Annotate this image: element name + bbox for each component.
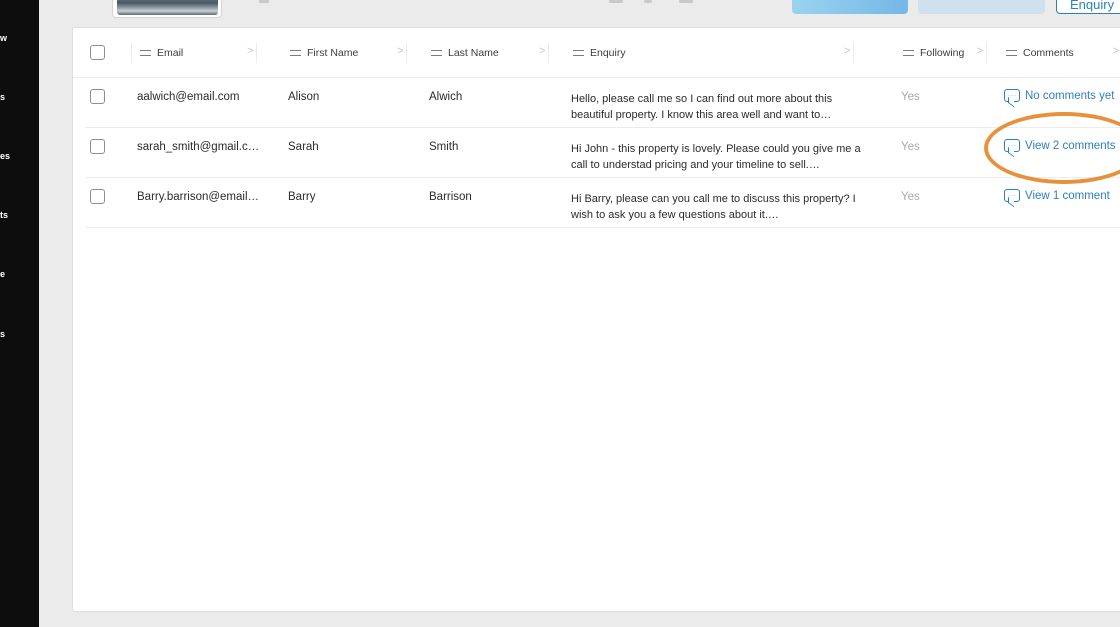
row-checkbox[interactable] [90, 89, 105, 104]
column-header-comments[interactable]: Comments [1006, 47, 1074, 59]
chevron-right-icon[interactable]: > [247, 45, 253, 57]
comments-link-label: No comments yet [1025, 89, 1115, 102]
email-cell: sarah_smith@gmail.c… [137, 141, 260, 153]
column-header-enquiry[interactable]: Enquiry [573, 47, 626, 59]
column-header-last-name[interactable]: Last Name [431, 47, 499, 59]
following-cell: Yes [901, 191, 920, 203]
drag-handle-icon[interactable] [573, 50, 584, 56]
first-name-cell: Barry [288, 191, 316, 203]
sidebar-item-label[interactable]: ts [0, 210, 8, 220]
comment-bubble-icon: ··· [1004, 89, 1020, 102]
enquiry-cell: Hi John - this property is lovely. Pleas… [571, 143, 861, 171]
column-header-label: Last Name [448, 47, 499, 59]
following-cell: Yes [901, 141, 920, 153]
column-header-label: First Name [307, 47, 359, 59]
drag-handle-icon[interactable] [1006, 50, 1017, 56]
sidebar: w s es ts e s [0, 0, 39, 627]
drag-handle-icon[interactable] [290, 50, 301, 56]
secondary-action-button[interactable] [918, 0, 1045, 14]
column-header-email[interactable]: Email [140, 47, 183, 59]
table-header: Email > First Name > Last Name > Enquiry… [73, 28, 1120, 78]
first-name-cell: Alison [288, 91, 320, 103]
enquiry-cell: Hello, please call me so I can find out … [571, 93, 833, 121]
sidebar-item-label[interactable]: s [0, 329, 5, 339]
column-divider [406, 43, 407, 63]
cropped-text [259, 0, 269, 3]
sidebar-item-label[interactable]: s [0, 92, 5, 102]
column-header-label: Comments [1023, 47, 1074, 59]
property-thumbnail[interactable] [112, 0, 222, 18]
table-row[interactable]: Barry.barrison@email… Barry Barrison Hi … [85, 178, 1120, 228]
following-cell: Yes [901, 91, 920, 103]
top-bar: Enquiry [39, 0, 1120, 27]
column-header-following[interactable]: Following [903, 47, 964, 59]
last-name-cell: Smith [429, 141, 459, 153]
drag-handle-icon[interactable] [140, 50, 151, 56]
drag-handle-icon[interactable] [903, 50, 914, 56]
row-checkbox[interactable] [90, 189, 105, 204]
enquiry-button[interactable]: Enquiry [1056, 0, 1120, 14]
column-header-first-name[interactable]: First Name [290, 47, 358, 59]
chevron-right-icon[interactable]: > [844, 45, 850, 57]
column-divider [256, 43, 257, 63]
comments-link-label: View 1 comment [1025, 189, 1110, 202]
column-header-label: Enquiry [590, 47, 626, 59]
select-all-checkbox[interactable] [90, 45, 105, 60]
email-cell: aalwich@email.com [137, 91, 240, 103]
column-divider [853, 43, 854, 63]
enquiries-table-panel: Email > First Name > Last Name > Enquiry… [72, 27, 1120, 612]
enquiry-cell: Hi Barry, please can you call me to disc… [571, 193, 856, 221]
column-divider [131, 43, 132, 63]
cropped-icon [679, 0, 693, 3]
column-divider [548, 43, 549, 63]
drag-handle-icon[interactable] [431, 50, 442, 56]
last-name-cell: Barrison [429, 191, 472, 203]
sidebar-item-label[interactable]: w [0, 33, 7, 43]
chevron-right-icon[interactable]: > [1113, 45, 1119, 57]
sidebar-item-label[interactable]: es [0, 151, 10, 161]
column-divider [986, 43, 987, 63]
chevron-right-icon[interactable]: > [977, 45, 983, 57]
chevron-right-icon[interactable]: > [539, 45, 545, 57]
property-image [117, 0, 218, 15]
cropped-icon [644, 0, 652, 3]
last-name-cell: Alwich [429, 91, 463, 103]
first-name-cell: Sarah [288, 141, 319, 153]
sidebar-item-label[interactable]: e [0, 269, 5, 279]
table-row[interactable]: sarah_smith@gmail.c… Sarah Smith Hi John… [85, 128, 1120, 178]
comment-bubble-icon: ··· [1004, 189, 1020, 202]
column-header-label: Following [920, 47, 965, 59]
email-cell: Barry.barrison@email… [137, 191, 260, 203]
primary-action-button[interactable] [792, 0, 908, 14]
row-checkbox[interactable] [90, 139, 105, 154]
comments-link[interactable]: ··· No comments yet [1004, 89, 1114, 102]
cropped-icon [609, 0, 623, 3]
chevron-right-icon[interactable]: > [397, 45, 403, 57]
table-row[interactable]: aalwich@email.com Alison Alwich Hello, p… [85, 78, 1120, 128]
column-header-label: Email [157, 47, 184, 59]
comments-link[interactable]: ··· View 1 comment [1004, 189, 1110, 202]
